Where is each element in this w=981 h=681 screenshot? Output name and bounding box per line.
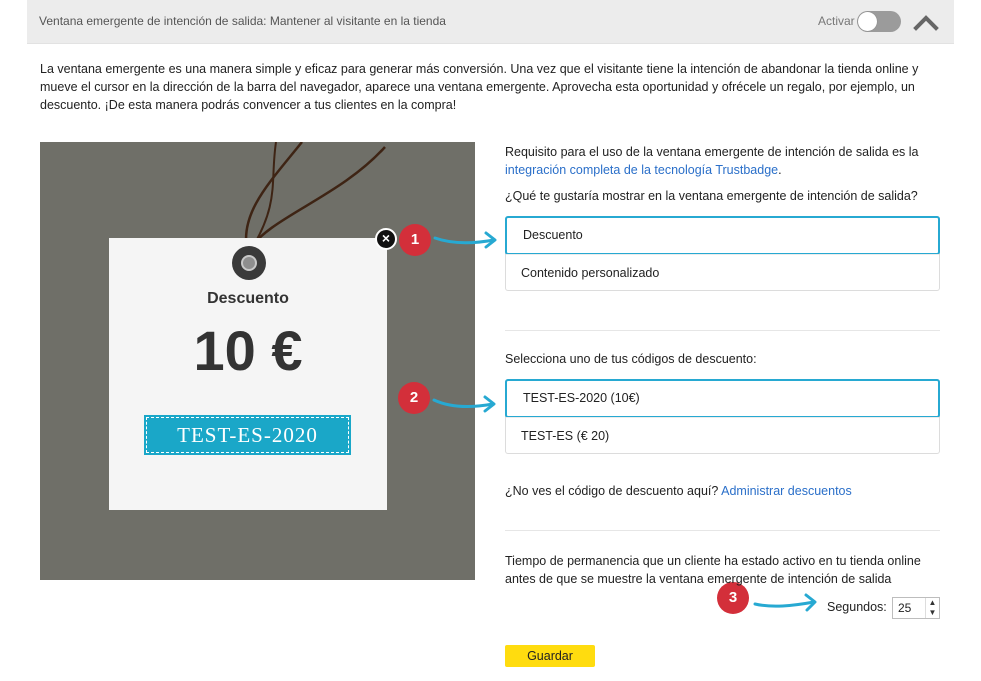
seconds-stepper[interactable]: 25 ▲ ▼ [892, 597, 940, 619]
trustbadge-integration-link[interactable]: integración completa de la tecnología Tr… [505, 163, 778, 177]
popup-preview: Descuento 10 € TEST-ES-2020 [40, 142, 475, 580]
annotation-arrow-3 [753, 593, 817, 612]
requirement-text: Requisito para el uso de la ventana emer… [505, 145, 919, 177]
divider [505, 330, 940, 331]
option-custom-content[interactable]: Contenido personalizado [506, 254, 939, 290]
seconds-value[interactable]: 25 [898, 601, 911, 615]
tag-code: TEST-ES-2020 [144, 415, 351, 455]
code-question: Selecciona uno de tus códigos de descuen… [505, 352, 757, 366]
manage-discounts-link[interactable]: Administrar descuentos [721, 484, 852, 498]
tag-hole [232, 246, 266, 280]
option-code-test-es[interactable]: TEST-ES (€ 20) [506, 417, 939, 453]
toggle-label: Activar [818, 14, 855, 28]
tag-amount: 10 € [193, 319, 303, 382]
close-icon[interactable]: × [375, 228, 397, 250]
activate-toggle[interactable] [857, 11, 901, 32]
option-code-test-es-2020[interactable]: TEST-ES-2020 (10€) [505, 379, 940, 418]
annotation-badge-1: 1 [399, 224, 431, 256]
tag-code-text: TEST-ES-2020 [146, 417, 349, 453]
manage-discounts-text: ¿No ves el código de descuento aquí? Adm… [505, 484, 852, 498]
stepper-arrows-icon[interactable]: ▲ ▼ [925, 598, 939, 618]
intro-text: La ventana emergente es una manera simpl… [40, 62, 919, 112]
option-discount[interactable]: Descuento [505, 216, 940, 255]
seconds-label: Segundos: [827, 600, 887, 614]
toggle-knob [858, 12, 877, 31]
save-button[interactable]: Guardar [505, 645, 595, 667]
code-options: TEST-ES-2020 (10€) TEST-ES (€ 20) [505, 379, 940, 454]
display-options: Descuento Contenido personalizado [505, 216, 940, 291]
tag-title: Descuento [207, 290, 289, 307]
chevron-up-icon[interactable] [913, 13, 939, 31]
section-header: Ventana emergente de intención de salida… [27, 0, 954, 44]
annotation-arrow-1 [433, 231, 497, 249]
display-question: ¿Qué te gustaría mostrar en la ventana e… [505, 189, 918, 203]
divider [505, 530, 940, 531]
discount-tag: Descuento 10 € TEST-ES-2020 [109, 238, 387, 510]
dwell-time-text: Tiempo de permanencia que un cliente ha … [505, 554, 921, 586]
annotation-arrow-2 [432, 395, 496, 413]
annotation-badge-2: 2 [398, 382, 430, 414]
section-title: Ventana emergente de intención de salida… [39, 14, 446, 28]
